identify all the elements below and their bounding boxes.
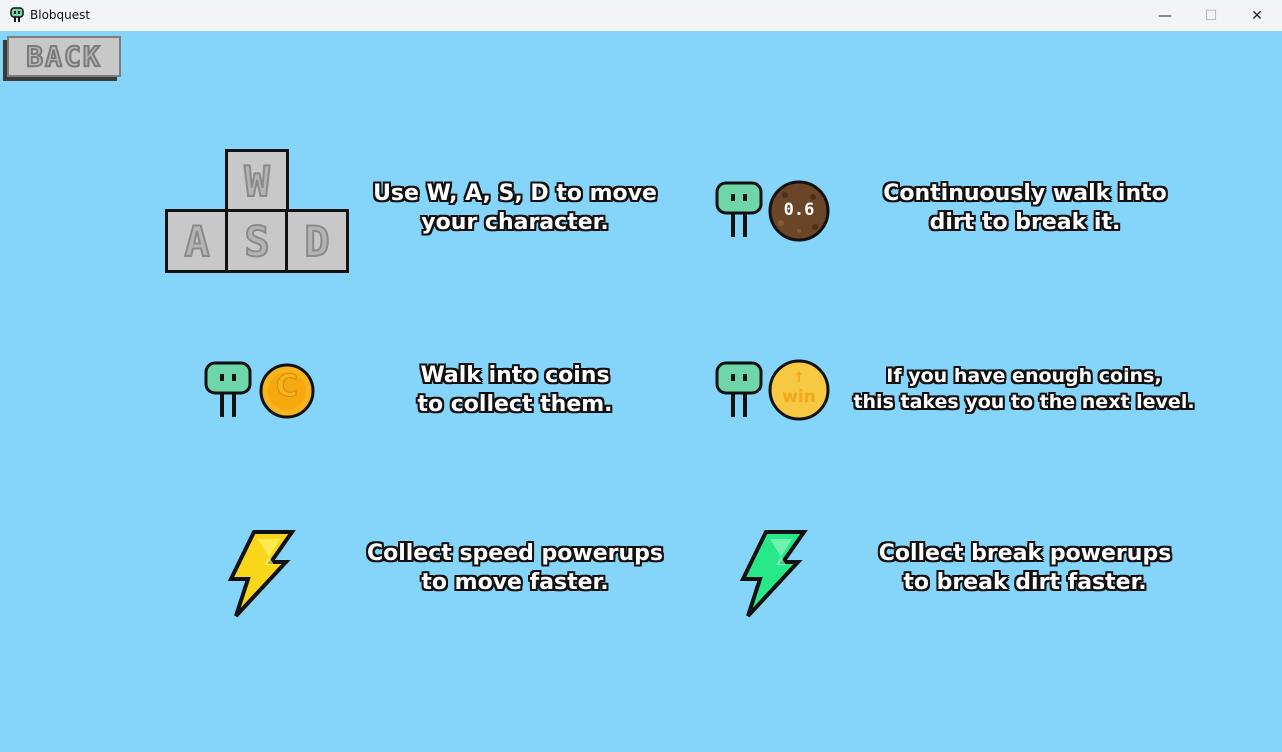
- dirt-instruction: Continuously walk into dirt to break it.: [840, 179, 1210, 237]
- back-button[interactable]: BACK: [7, 36, 121, 77]
- break-instruction-line2: to break dirt faster.: [903, 570, 1147, 595]
- win-instruction-line2: this takes you to the next level.: [853, 391, 1195, 413]
- speed-instruction-line1: Collect speed powerups: [366, 541, 664, 566]
- dirt-instruction-line2: dirt to break it.: [929, 210, 1121, 235]
- coins-instruction: Walk into coins to collect them.: [330, 361, 700, 419]
- game-canvas: BACK W A S D Use W, A, S, D to move your…: [0, 31, 1282, 752]
- speed-bolt-icon: [227, 530, 296, 618]
- window-titlebar: Blobquest — ☐ ✕: [0, 0, 1282, 32]
- coins-instruction-line2: to collect them.: [417, 392, 613, 417]
- win-instruction: If you have enough coins, this takes you…: [826, 363, 1222, 415]
- coin-letter: C: [275, 369, 299, 404]
- speed-instruction: Collect speed powerups to move faster.: [330, 539, 700, 597]
- minimize-button[interactable]: —: [1142, 0, 1188, 31]
- s-key-label: S: [243, 216, 270, 267]
- w-key-label: W: [243, 156, 270, 207]
- maximize-button[interactable]: ☐: [1188, 0, 1234, 31]
- coins-instruction-line1: Walk into coins: [420, 363, 610, 388]
- win-coin-arrow: ↑: [793, 370, 805, 386]
- blob-app-icon: [10, 7, 24, 22]
- break-instruction-line1: Collect break powerups: [878, 541, 1172, 566]
- a-key-label: A: [183, 216, 210, 267]
- close-button[interactable]: ✕: [1234, 0, 1280, 31]
- move-instruction-line1: Use W, A, S, D to move: [373, 181, 657, 206]
- win-instruction-line1: If you have enough coins,: [886, 365, 1162, 387]
- dirt-durability-label: 0.6: [783, 200, 815, 220]
- win-coin-label: win: [782, 387, 816, 407]
- break-instruction: Collect break powerups to break dirt fas…: [840, 539, 1210, 597]
- w-key-icon: W: [225, 149, 289, 213]
- s-key-icon: S: [225, 209, 289, 273]
- break-bolt-icon: [739, 530, 808, 618]
- minimize-icon: —: [1158, 7, 1172, 24]
- d-key-label: D: [303, 216, 330, 267]
- dirt-instruction-line1: Continuously walk into: [883, 181, 1167, 206]
- move-instruction: Use W, A, S, D to move your character.: [330, 179, 700, 237]
- back-button-label: BACK: [25, 39, 102, 74]
- blob-character-icon: [715, 181, 763, 237]
- window-title: Blobquest: [30, 8, 91, 22]
- maximize-icon: ☐: [1204, 7, 1218, 24]
- close-icon: ✕: [1251, 7, 1263, 24]
- blob-character-icon: [204, 361, 252, 417]
- speed-instruction-line2: to move faster.: [421, 570, 609, 595]
- blob-character-icon: [715, 361, 763, 417]
- move-instruction-line2: your character.: [421, 210, 609, 235]
- a-key-icon: A: [165, 209, 229, 273]
